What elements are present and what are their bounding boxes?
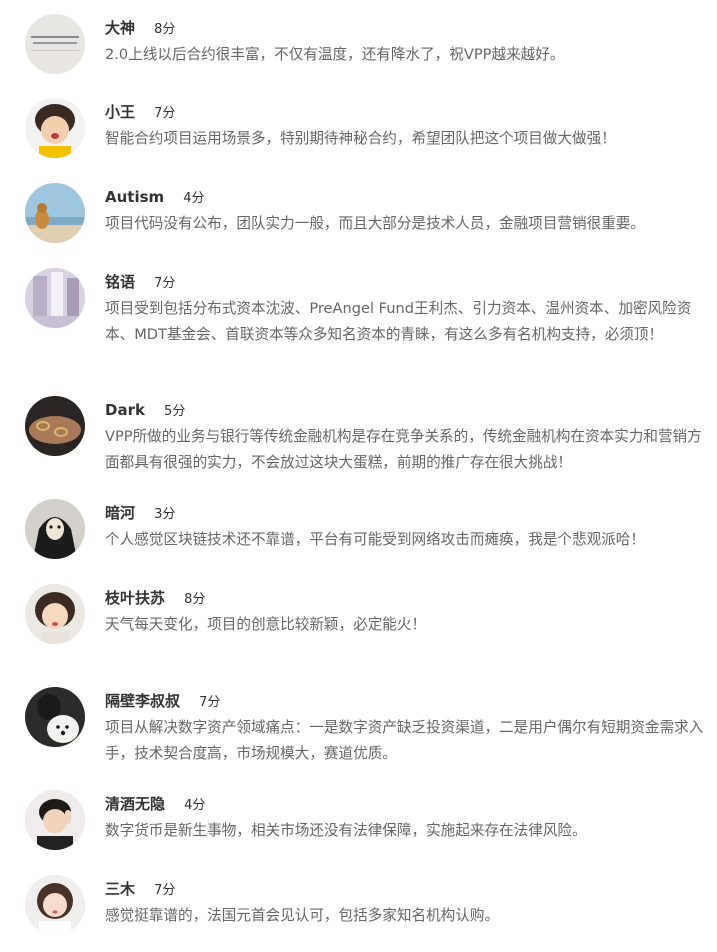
user-name[interactable]: 枝叶扶苏 [105, 589, 165, 607]
rating-score: 7分 [199, 695, 221, 710]
comment-text: VPP所做的业务与银行等传统金融机构是存在竞争关系的，传统金融机构在资本实力和营… [105, 428, 702, 471]
user-name[interactable]: 小王 [105, 103, 135, 121]
avatar-image [25, 875, 85, 935]
comment-text: 天气每天变化，项目的创意比较新颖，必定能火！ [105, 616, 427, 633]
user-avatar[interactable] [25, 396, 85, 456]
avatar-image [25, 396, 85, 456]
rating-score: 4分 [184, 798, 206, 813]
comment-text: 数字货币是新生事物，相关市场还没有法律保障，实施起来存在法律风险。 [105, 822, 587, 839]
comment-text: 个人感觉区块链技术还不靠谱，平台有可能受到网络攻击而瘫痪，我是个悲观派哈！ [105, 531, 645, 548]
comment-text: 智能合约项目运用场景多，特别期待神秘合约，希望团队把这个项目做大做强！ [105, 130, 616, 147]
avatar-image [25, 183, 85, 243]
user-avatar[interactable] [25, 687, 85, 747]
user-avatar[interactable] [25, 875, 85, 935]
comment-text: 项目受到包括分布式资本沈波、PreAngel Fund王利杰、引力资本、温州资本… [105, 300, 692, 343]
comment-text: 感觉挺靠谱的，法国元首会见认可，包括多家知名机构认购。 [105, 907, 500, 924]
comment-text: 2.0上线以后合约很丰富，不仅有温度，还有降水了，祝VPP越来越好。 [105, 46, 565, 63]
user-avatar[interactable] [25, 499, 85, 559]
comment-text: 项目从解决数字资产领域痛点：一是数字资产缺乏投资渠道，二是用户偶尔有短期资金需求… [105, 719, 704, 762]
avatar-image [25, 499, 85, 559]
user-avatar[interactable] [25, 98, 85, 158]
avatar-image [25, 268, 85, 328]
rating-score: 7分 [154, 106, 176, 121]
user-name[interactable]: 铭语 [105, 273, 135, 291]
avatar-image [25, 584, 85, 644]
user-name[interactable]: 清酒无隐 [105, 795, 165, 813]
rating-score: 8分 [154, 22, 176, 37]
user-name[interactable]: 大神 [105, 19, 135, 37]
user-name[interactable]: 隔壁李叔叔 [105, 692, 180, 710]
rating-score: 8分 [184, 592, 206, 607]
comment-text: 项目代码没有公布，团队实力一般，而且大部分是技术人员，金融项目营销很重要。 [105, 215, 645, 232]
rating-score: 7分 [154, 276, 176, 291]
rating-score: 7分 [154, 883, 176, 898]
user-avatar[interactable] [25, 14, 85, 74]
user-avatar[interactable] [25, 183, 85, 243]
user-avatar[interactable] [25, 268, 85, 328]
avatar-image [25, 687, 85, 747]
avatar-image [25, 790, 85, 850]
rating-score: 5分 [164, 404, 186, 419]
user-name[interactable]: 暗河 [105, 504, 135, 522]
user-avatar[interactable] [25, 790, 85, 850]
comment-list: 大神 8分 2.0上线以后合约很丰富，不仅有温度，还有降水了，祝VPP越来越好。… [0, 0, 717, 952]
user-avatar[interactable] [25, 584, 85, 644]
avatar-image [25, 98, 85, 158]
rating-score: 4分 [183, 191, 205, 206]
avatar-image [25, 14, 85, 74]
user-name[interactable]: Autism [105, 188, 164, 206]
user-name[interactable]: 三木 [105, 880, 135, 898]
user-name[interactable]: Dark [105, 401, 145, 419]
rating-score: 3分 [154, 507, 176, 522]
